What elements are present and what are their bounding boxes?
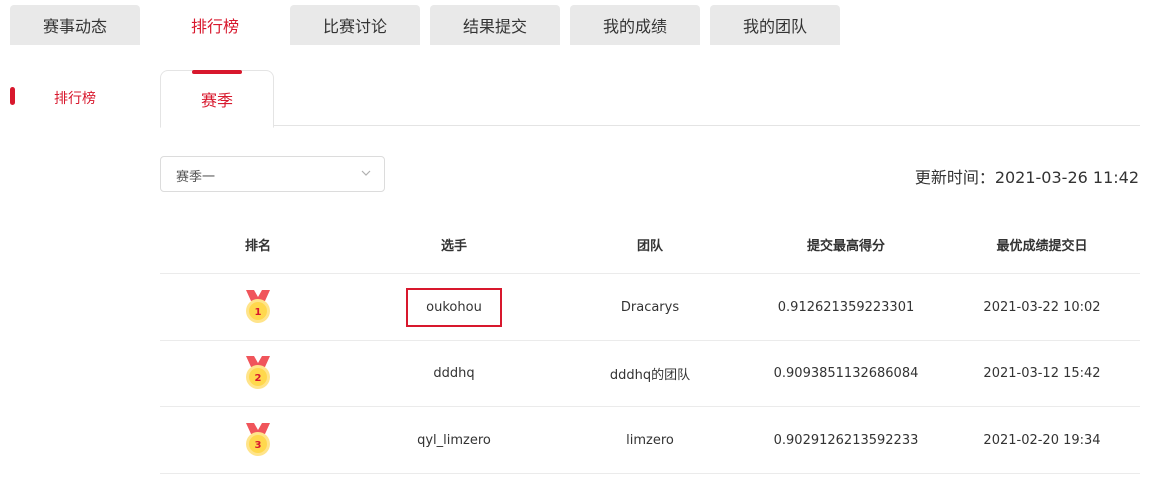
date-cell: 2021-02-20 19:34	[983, 432, 1101, 448]
team-cell: dddhq的团队	[609, 367, 691, 383]
date-cell: 2021-03-12 15:42	[983, 365, 1101, 381]
rank-cell: 1	[160, 274, 356, 340]
player-name[interactable]: oukohou	[406, 287, 502, 327]
season-select-value: 赛季一	[176, 170, 216, 185]
table-row: 3 qyl_limzero limzero 0.9029126213592233…	[160, 407, 1140, 474]
medal-icon: 2	[246, 356, 270, 389]
player-name[interactable]: qyl_limzero	[356, 407, 552, 473]
score-cell: 0.9029126213592233	[773, 432, 919, 448]
subtab-season[interactable]: 赛季	[160, 70, 274, 128]
team-cell: limzero	[626, 432, 674, 448]
team-cell: Dracarys	[620, 299, 680, 315]
date-cell: 2021-03-22 10:02	[983, 299, 1101, 315]
rank-cell: 2	[160, 340, 356, 406]
season-select[interactable]: 赛季一	[160, 156, 385, 192]
medal-rank-number: 3	[255, 440, 262, 451]
header-best-score: 提交最高得分	[806, 238, 885, 254]
header-player: 选手	[440, 238, 467, 254]
tab-submit-results[interactable]: 结果提交	[430, 5, 560, 45]
subtab-divider	[160, 125, 1140, 126]
top-tab-bar: 赛事动态 排行榜 比赛讨论 结果提交 我的成绩 我的团队	[0, 0, 1163, 45]
subtab-active-indicator	[192, 70, 242, 74]
rank-cell: 3	[160, 407, 356, 473]
header-rank: 排名	[244, 238, 271, 254]
header-best-date: 最优成绩提交日	[996, 238, 1088, 254]
tab-my-scores[interactable]: 我的成绩	[570, 5, 700, 45]
tab-leaderboard[interactable]: 排行榜	[150, 4, 280, 45]
sidebar-item-leaderboard[interactable]: 排行榜	[54, 88, 96, 108]
tab-my-team[interactable]: 我的团队	[710, 5, 840, 45]
tab-event-news[interactable]: 赛事动态	[10, 5, 140, 45]
table-row: 2 dddhq dddhq的团队 0.9093851132686084 2021…	[160, 340, 1140, 407]
update-time: 更新时间：2021-03-26 11:42	[914, 168, 1139, 187]
score-cell: 0.9093851132686084	[773, 365, 919, 381]
subtab-season-label: 赛季	[200, 91, 233, 110]
header-team: 团队	[636, 238, 663, 254]
score-cell: 0.912621359223301	[777, 299, 915, 315]
player-cell: oukohou	[356, 274, 552, 340]
medal-rank-number: 1	[255, 307, 262, 318]
medal-icon: 3	[246, 423, 270, 456]
player-name[interactable]: dddhq	[356, 340, 552, 406]
medal-icon: 1	[246, 290, 270, 323]
sidebar-active-marker	[10, 87, 15, 105]
medal-rank-number: 2	[255, 373, 262, 384]
table-row: 1 oukohou Dracarys 0.912621359223301 202…	[160, 274, 1140, 341]
leaderboard-header: 排名 选手 团队 提交最高得分 最优成绩提交日	[160, 215, 1140, 274]
tab-discussion[interactable]: 比赛讨论	[290, 5, 420, 45]
chevron-down-icon	[361, 170, 371, 176]
